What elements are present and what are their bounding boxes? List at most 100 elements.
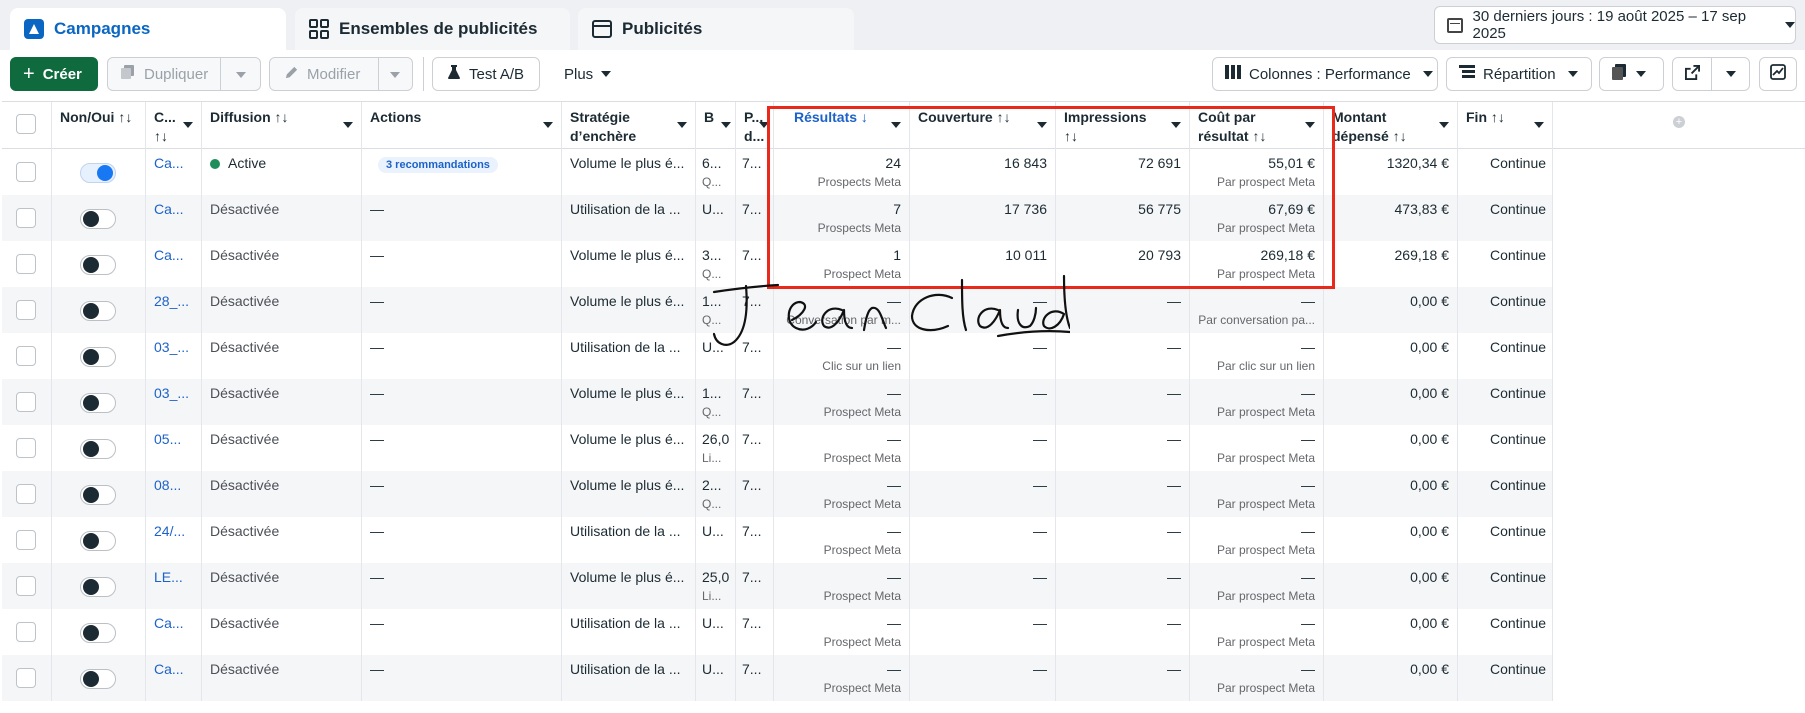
campaign-toggle[interactable] [80,577,116,597]
campaign-toggle[interactable] [80,485,116,505]
duplicate-button[interactable]: Dupliquer [107,57,261,91]
tab-campaigns[interactable]: Campagnes [10,8,286,50]
header-reach[interactable]: Couverture ↑↓ [910,102,1056,149]
campaign-name-link[interactable]: 05... [154,431,181,447]
chevron-down-icon[interactable] [543,122,553,128]
create-button[interactable]: + Créer [10,57,98,91]
chevron-down-icon[interactable] [677,122,687,128]
date-range-picker[interactable]: 30 derniers jours : 19 août 2025 – 17 se… [1434,6,1796,44]
campaign-name-link[interactable]: 28_... [154,293,189,309]
tab-ads[interactable]: Publicités [578,8,854,50]
edit-button[interactable]: Modifier [269,57,413,91]
row-checkbox[interactable] [16,530,36,550]
chevron-down-icon[interactable] [1171,122,1181,128]
campaign-name-link[interactable]: 08... [154,477,181,493]
row-toggle-cell [52,287,146,333]
chevron-down-icon[interactable] [1726,71,1736,77]
actions-value: — [370,569,384,585]
header-select-all[interactable] [2,102,52,149]
columns-button[interactable]: Colonnes : Performance [1212,57,1438,91]
ab-test-button[interactable]: Test A/B [432,57,540,91]
header-budget[interactable]: B [696,102,736,149]
table-row[interactable]: 05... Désactivée — Volume le plus é... 26,0 L… [2,425,1553,471]
select-all-checkbox[interactable] [16,114,36,134]
table-row[interactable]: Ca... Désactivée — Utilisation de la ... U..… [2,655,1553,701]
chevron-down-icon[interactable] [1037,122,1047,128]
campaign-toggle[interactable] [80,301,116,321]
table-row[interactable]: Ca... Désactivée — Utilisation de la ... U..… [2,195,1553,241]
campaign-toggle[interactable] [80,209,116,229]
chevron-down-icon[interactable] [343,122,353,128]
campaign-toggle[interactable] [80,623,116,643]
table-row[interactable]: LE... Désactivée — Volume le plus é... 25,0 L… [2,563,1553,609]
row-checkbox[interactable] [16,622,36,642]
campaign-name-link[interactable]: Ca... [154,247,184,263]
campaign-toggle[interactable] [80,531,116,551]
campaign-name-link[interactable]: LE... [154,569,183,585]
header-delivery[interactable]: Diffusion ↑↓ [202,102,362,149]
chevron-down-icon[interactable] [1439,122,1449,128]
row-checkbox[interactable] [16,254,36,274]
header-bid-strategy[interactable]: Stratégie d’enchère [562,102,696,149]
header-amount-spent[interactable]: Montant dépensé ↑↓ [1324,102,1458,149]
chevron-down-icon[interactable] [183,122,193,128]
header-attribution[interactable]: P... d... [736,102,774,149]
header-results[interactable]: Résultats ↓ [774,102,910,149]
campaign-toggle[interactable] [80,255,116,275]
campaign-toggle[interactable] [80,347,116,367]
campaign-name-link[interactable]: Ca... [154,615,184,631]
campaign-toggle[interactable] [80,669,116,689]
chevron-down-icon[interactable] [759,122,769,128]
campaign-toggle[interactable] [80,393,116,413]
table-row[interactable]: Ca... Active 3 recommandations Volume le pl… [2,149,1553,195]
table-row[interactable]: Ca... Désactivée — Volume le plus é... 3... Q… [2,241,1553,287]
export-button[interactable] [1672,57,1750,91]
toggle-knob [83,579,99,595]
add-column-icon[interactable]: + [1673,116,1685,128]
recommendations-badge[interactable]: 3 recommandations [378,157,498,173]
row-checkbox[interactable] [16,438,36,458]
tab-ad-sets[interactable]: Ensembles de publicités [295,8,570,50]
more-button[interactable]: Plus [552,57,632,91]
table-row[interactable]: Ca... Désactivée — Utilisation de la ... U..… [2,609,1553,655]
chevron-down-icon[interactable] [390,72,400,78]
chevron-down-icon[interactable] [721,122,731,128]
campaign-name-link[interactable]: 03_... [154,339,189,355]
chevron-down-icon[interactable] [1305,122,1315,128]
chevron-down-icon[interactable] [236,72,246,78]
table-row[interactable]: 03_... Désactivée — Volume le plus é... 1...… [2,379,1553,425]
row-checkbox[interactable] [16,300,36,320]
header-end[interactable]: Fin ↑↓ [1458,102,1553,149]
row-checkbox[interactable] [16,392,36,412]
header-campaign[interactable]: C... ↑↓ [146,102,202,149]
chevron-down-icon[interactable] [891,122,901,128]
campaign-toggle[interactable] [80,163,116,183]
row-checkbox[interactable] [16,346,36,366]
breakdown-button[interactable]: Répartition [1446,57,1592,91]
row-checkbox[interactable] [16,576,36,596]
actions-value: — [370,247,384,263]
campaign-toggle[interactable] [80,439,116,459]
campaign-name-link[interactable]: Ca... [154,661,184,677]
row-checkbox[interactable] [16,668,36,688]
header-impressions[interactable]: Impressions ↑↓ [1056,102,1190,149]
campaign-name-link[interactable]: 03_... [154,385,189,401]
campaign-name-link[interactable]: Ca... [154,201,184,217]
reports-button[interactable] [1599,57,1664,91]
reach-value: — [1033,339,1047,355]
header-cost-per-result[interactable]: Coût par résultat ↑↓ [1190,102,1324,149]
header-toggle[interactable]: Non/Oui ↑↓ [52,102,146,149]
row-checkbox[interactable] [16,208,36,228]
table-row[interactable]: 03_... Désactivée — Utilisation de la ... U.… [2,333,1553,379]
active-status-dot [210,159,220,169]
table-row[interactable]: 24/... Désactivée — Utilisation de la ... U.… [2,517,1553,563]
row-checkbox[interactable] [16,484,36,504]
header-actions[interactable]: Actions [362,102,562,149]
campaign-name-link[interactable]: Ca... [154,155,184,171]
row-checkbox[interactable] [16,162,36,182]
chart-view-button[interactable] [1759,57,1797,91]
chevron-down-icon[interactable] [1534,122,1544,128]
table-row[interactable]: 28_... Désactivée — Volume le plus é... 1...… [2,287,1553,333]
campaign-name-link[interactable]: 24/... [154,523,185,539]
table-row[interactable]: 08... Désactivée — Volume le plus é... 2... Q… [2,471,1553,517]
